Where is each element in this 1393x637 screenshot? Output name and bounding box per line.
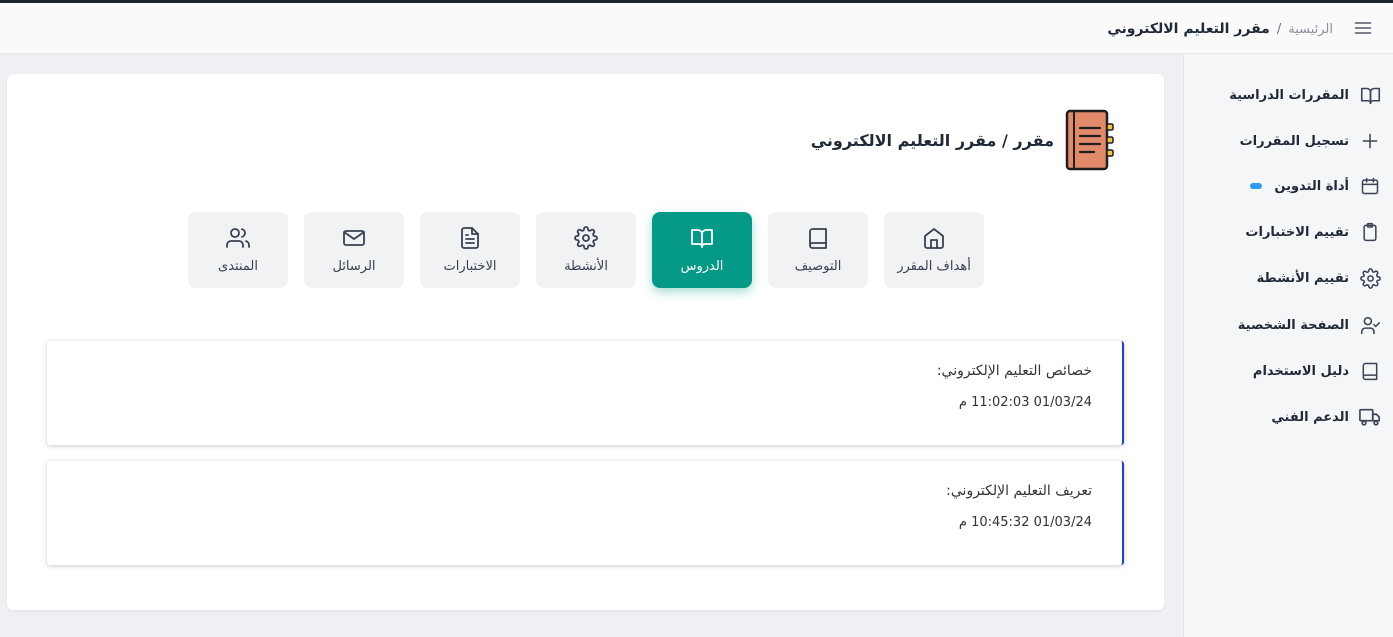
lesson-timestamp: 01/03/24 11:02:03 م bbox=[958, 395, 1092, 410]
tab-label: الدروس bbox=[680, 259, 724, 274]
lesson-card[interactable]: خصائص التعليم الإلكتروني: 01/03/24 11:02… bbox=[47, 341, 1124, 445]
sidebar-item-label: تقييم الاختبارات bbox=[1245, 224, 1349, 240]
document-icon bbox=[461, 227, 479, 249]
book-icon bbox=[809, 228, 827, 249]
top-bar: الرئيسية / مقرر التعليم الالكتروني bbox=[0, 3, 1393, 54]
breadcrumb: الرئيسية / مقرر التعليم الالكتروني bbox=[1107, 17, 1333, 41]
sidebar-item-exam-evaluation[interactable]: تقييم الاختبارات bbox=[1191, 219, 1381, 245]
home-icon bbox=[924, 228, 944, 249]
tab-exams[interactable]: الاختبارات bbox=[420, 212, 520, 288]
tab-description[interactable]: التوصيف bbox=[768, 212, 868, 288]
gear-icon bbox=[574, 226, 598, 250]
status-badge bbox=[1250, 183, 1263, 189]
lesson-timestamp: 01/03/24 10:45:32 م bbox=[958, 515, 1092, 530]
tab-label: الرسائل bbox=[332, 259, 376, 274]
gear-icon bbox=[1359, 267, 1381, 289]
breadcrumb-home-link[interactable]: الرئيسية bbox=[1288, 22, 1333, 37]
sidebar-item-label: الدعم الفني bbox=[1271, 409, 1349, 425]
sidebar-item-course-registration[interactable]: تسجيل المقررات bbox=[1191, 128, 1381, 154]
sidebar-item-user-guide[interactable]: دليل الاستخدام bbox=[1191, 358, 1381, 384]
truck-icon bbox=[1359, 406, 1381, 428]
lesson-card[interactable]: تعريف التعليم الإلكتروني: 01/03/24 10:45… bbox=[47, 461, 1124, 565]
sidebar-item-label: تقييم الأنشطة bbox=[1256, 270, 1349, 286]
sidebar-item-label: تسجيل المقررات bbox=[1239, 133, 1349, 149]
tab-label: الأنشطة bbox=[564, 259, 608, 274]
tab-label: أهداف المقرر bbox=[897, 259, 971, 274]
breadcrumb-separator: / bbox=[1276, 21, 1282, 37]
tab-label: المنتدى bbox=[218, 259, 258, 274]
open-book-icon bbox=[1359, 84, 1381, 106]
sidebar-item-label: الصفحة الشخصية bbox=[1237, 317, 1349, 333]
sidebar-item-label: المقررات الدراسية bbox=[1229, 87, 1349, 103]
calendar-icon bbox=[1359, 175, 1381, 197]
lesson-title: خصائص التعليم الإلكتروني: bbox=[936, 363, 1092, 379]
sidebar-item-label: أداة التدوين bbox=[1274, 178, 1349, 194]
sidebar-item-profile[interactable]: الصفحة الشخصية bbox=[1191, 312, 1381, 338]
tab-label: التوصيف bbox=[794, 259, 842, 274]
sidebar-item-blogging-tool[interactable]: أداة التدوين bbox=[1191, 173, 1381, 199]
sidebar-item-courses[interactable]: المقررات الدراسية bbox=[1191, 82, 1381, 108]
plus-icon bbox=[1359, 130, 1381, 152]
main-card: مقرر / مقرر التعليم الالكتروني أهداف الم… bbox=[7, 74, 1164, 610]
lesson-title: تعريف التعليم الإلكتروني: bbox=[946, 483, 1092, 499]
book-icon bbox=[1359, 360, 1381, 382]
course-tabs: أهداف المقرر التوصيف الدروس الأنشطة الاخ… bbox=[188, 212, 984, 288]
tab-forum[interactable]: المنتدى bbox=[188, 212, 288, 288]
sidebar: المقررات الدراسية تسجيل المقررات أداة ال… bbox=[1183, 54, 1393, 637]
sidebar-item-activities-evaluation[interactable]: تقييم الأنشطة bbox=[1191, 265, 1381, 291]
open-book-icon bbox=[691, 229, 713, 248]
breadcrumb-current: مقرر التعليم الالكتروني bbox=[1107, 21, 1270, 37]
course-title: مقرر / مقرر التعليم الالكتروني bbox=[810, 130, 1054, 150]
notebook-icon bbox=[1065, 109, 1114, 171]
tab-label: الاختبارات bbox=[443, 259, 497, 274]
users-icon bbox=[226, 228, 250, 248]
course-header: مقرر / مقرر التعليم الالكتروني bbox=[811, 109, 1116, 171]
sidebar-item-technical-support[interactable]: الدعم الفني bbox=[1191, 404, 1381, 430]
sidebar-item-label: دليل الاستخدام bbox=[1252, 363, 1349, 379]
tab-activities[interactable]: الأنشطة bbox=[536, 212, 636, 288]
hamburger-menu-icon[interactable] bbox=[1353, 18, 1373, 38]
tab-lessons[interactable]: الدروس bbox=[652, 212, 752, 288]
mail-icon bbox=[343, 230, 365, 246]
user-check-icon bbox=[1359, 314, 1381, 336]
tab-course-objectives[interactable]: أهداف المقرر bbox=[884, 212, 984, 288]
tab-messages[interactable]: الرسائل bbox=[304, 212, 404, 288]
clipboard-icon bbox=[1359, 221, 1381, 243]
